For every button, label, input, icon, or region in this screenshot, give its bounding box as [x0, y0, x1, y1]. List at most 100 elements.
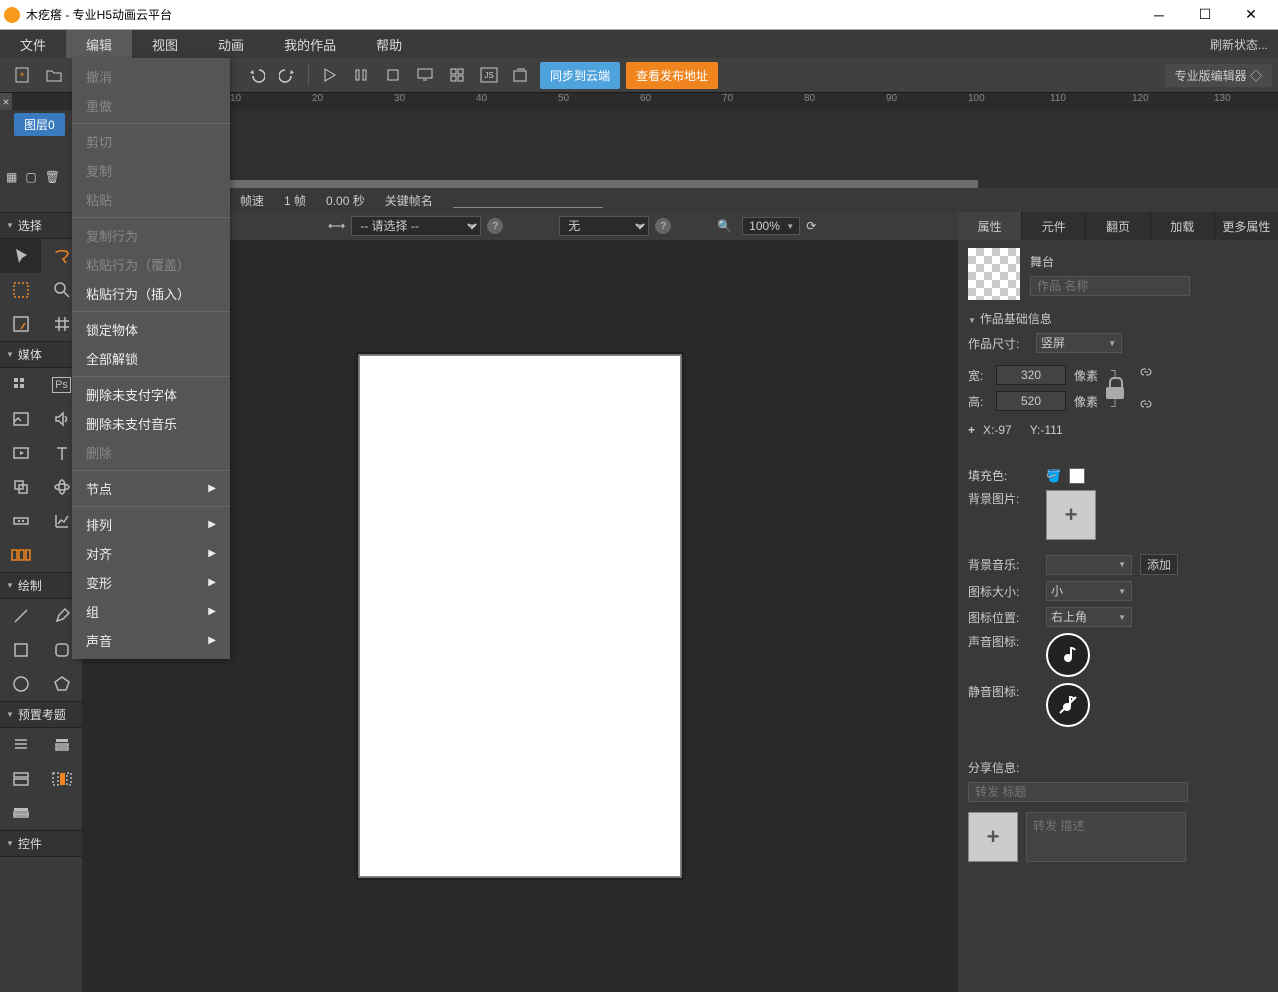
edit-menu-item[interactable]: 组▶	[72, 597, 230, 626]
preset-list2-tool[interactable]	[41, 728, 82, 762]
menu-file[interactable]: 文件	[0, 30, 66, 58]
canvas-select-element[interactable]: -- 请选择 --	[351, 216, 481, 236]
link-w-icon[interactable]	[1138, 364, 1154, 380]
marquee-tool[interactable]	[0, 273, 41, 307]
minimize-button[interactable]: ─	[1136, 1, 1182, 29]
delete-layer-icon[interactable]: 🗑	[45, 170, 60, 184]
edit-menu-item[interactable]: 全部解锁	[72, 344, 230, 373]
add-layer-icon[interactable]: ▦	[6, 170, 17, 184]
close-button[interactable]: ✕	[1228, 1, 1274, 29]
paint-bucket-icon[interactable]: 🪣	[1046, 469, 1061, 483]
add-bgimage-button[interactable]: +	[1046, 490, 1096, 540]
open-file-button[interactable]	[40, 61, 68, 89]
cursor-tool[interactable]	[0, 239, 41, 273]
rect-tool[interactable]	[0, 633, 41, 667]
layer-tab[interactable]: 图层0	[14, 113, 65, 136]
layer-track[interactable]	[73, 110, 1278, 138]
stop-button[interactable]	[379, 61, 407, 89]
mute-icon-preview[interactable]	[1046, 683, 1090, 727]
plus-icon[interactable]: +	[968, 423, 975, 437]
menu-edit[interactable]: 编辑	[66, 30, 132, 58]
share-image-button[interactable]: +	[968, 812, 1018, 862]
zoom-level-select[interactable]: 100%	[742, 217, 800, 235]
edit-menu-item[interactable]: 声音▶	[72, 626, 230, 655]
edit-menu-item[interactable]: 对齐▶	[72, 539, 230, 568]
rect-array-tool[interactable]	[0, 538, 41, 572]
new-file-button[interactable]: +	[8, 61, 36, 89]
menu-view[interactable]: 视图	[132, 30, 198, 58]
width-input[interactable]	[996, 365, 1066, 385]
tab-more[interactable]: 更多属性	[1215, 212, 1278, 240]
node-tool[interactable]	[0, 307, 41, 341]
preset-form-tool[interactable]	[0, 762, 41, 796]
menu-animation[interactable]: 动画	[198, 30, 264, 58]
sync-cloud-button[interactable]: 同步到云端	[540, 62, 620, 89]
js-button[interactable]: JS	[475, 61, 503, 89]
edit-menu-item[interactable]: 排列▶	[72, 510, 230, 539]
edit-menu-item[interactable]: 粘贴行为（插入）	[72, 279, 230, 308]
category-preset[interactable]: 预置考题	[0, 701, 82, 728]
edit-menu-item[interactable]: 删除未支付音乐	[72, 409, 230, 438]
tab-components[interactable]: 元件	[1022, 212, 1086, 240]
help2-icon[interactable]: ?	[655, 218, 671, 234]
lock-aspect-icon[interactable]	[1106, 377, 1124, 399]
play-button[interactable]	[315, 61, 343, 89]
sound-icon-preview[interactable]	[1046, 633, 1090, 677]
line-tool[interactable]	[0, 599, 41, 633]
tab-pageflip[interactable]: 翻页	[1086, 212, 1150, 240]
add-bgm-button[interactable]: 添加	[1140, 554, 1178, 575]
edit-menu-item[interactable]: 锁定物体	[72, 315, 230, 344]
pause-button[interactable]	[347, 61, 375, 89]
image-tool[interactable]	[0, 402, 41, 436]
folder-icon[interactable]: ▢	[25, 170, 36, 184]
fill-color-swatch[interactable]	[1069, 468, 1085, 484]
polygon-tool[interactable]	[41, 667, 82, 701]
tab-loading[interactable]: 加载	[1151, 212, 1215, 240]
edit-menu-item[interactable]: 变形▶	[72, 568, 230, 597]
redo-button[interactable]	[274, 61, 302, 89]
preview-device-button[interactable]	[411, 61, 439, 89]
work-name-input[interactable]	[1030, 276, 1190, 296]
preset-menu-tool[interactable]	[0, 796, 41, 830]
editor-mode-select[interactable]: 专业版编辑器 ◇	[1165, 64, 1272, 87]
menu-myworks[interactable]: 我的作品	[264, 30, 356, 58]
help1-icon[interactable]: ?	[487, 218, 503, 234]
edit-menu-item[interactable]: 节点▶	[72, 474, 230, 503]
height-input[interactable]	[996, 391, 1066, 411]
category-media[interactable]: 媒体	[0, 341, 82, 368]
slider-tool[interactable]	[0, 504, 41, 538]
keyframe-name-input[interactable]	[453, 192, 603, 208]
share-title-input[interactable]	[968, 782, 1188, 802]
ruler-close-icon[interactable]: ×	[0, 93, 12, 110]
canvas-page[interactable]	[360, 356, 680, 876]
fit-width-icon[interactable]: ⟷	[328, 219, 345, 233]
canvas-select-mode[interactable]: 无	[559, 216, 649, 236]
search-icon[interactable]: 🔍	[717, 219, 732, 233]
color-grid-tool[interactable]	[0, 368, 41, 402]
view-url-button[interactable]: 查看发布地址	[626, 62, 718, 89]
edit-menu-item[interactable]: 删除未支付字体	[72, 380, 230, 409]
category-draw[interactable]: 绘制	[0, 572, 82, 599]
timeline-track[interactable]	[90, 138, 1278, 188]
export-button[interactable]	[507, 61, 535, 89]
maximize-button[interactable]: ☐	[1182, 1, 1228, 29]
shape-tool[interactable]	[0, 470, 41, 504]
bgm-select[interactable]	[1046, 555, 1132, 575]
preset-select-tool[interactable]	[41, 762, 82, 796]
preset-list-tool[interactable]	[0, 728, 41, 762]
qr-button[interactable]	[443, 61, 471, 89]
tab-properties[interactable]: 属性	[958, 212, 1022, 240]
link-h-icon[interactable]	[1138, 396, 1154, 412]
undo-button[interactable]	[242, 61, 270, 89]
basic-info-header[interactable]: 作品基础信息	[968, 310, 1268, 327]
orientation-select[interactable]: 竖屏	[1036, 333, 1122, 353]
menu-help[interactable]: 帮助	[356, 30, 422, 58]
iconsize-select[interactable]: 小	[1046, 581, 1132, 601]
circle-tool[interactable]	[0, 667, 41, 701]
share-desc-input[interactable]	[1026, 812, 1186, 862]
iconpos-select[interactable]: 右上角	[1046, 607, 1132, 627]
category-select[interactable]: 选择	[0, 212, 82, 239]
video-tool[interactable]	[0, 436, 41, 470]
category-control[interactable]: 控件	[0, 830, 82, 857]
refresh-canvas-icon[interactable]: ⟳	[806, 219, 816, 233]
